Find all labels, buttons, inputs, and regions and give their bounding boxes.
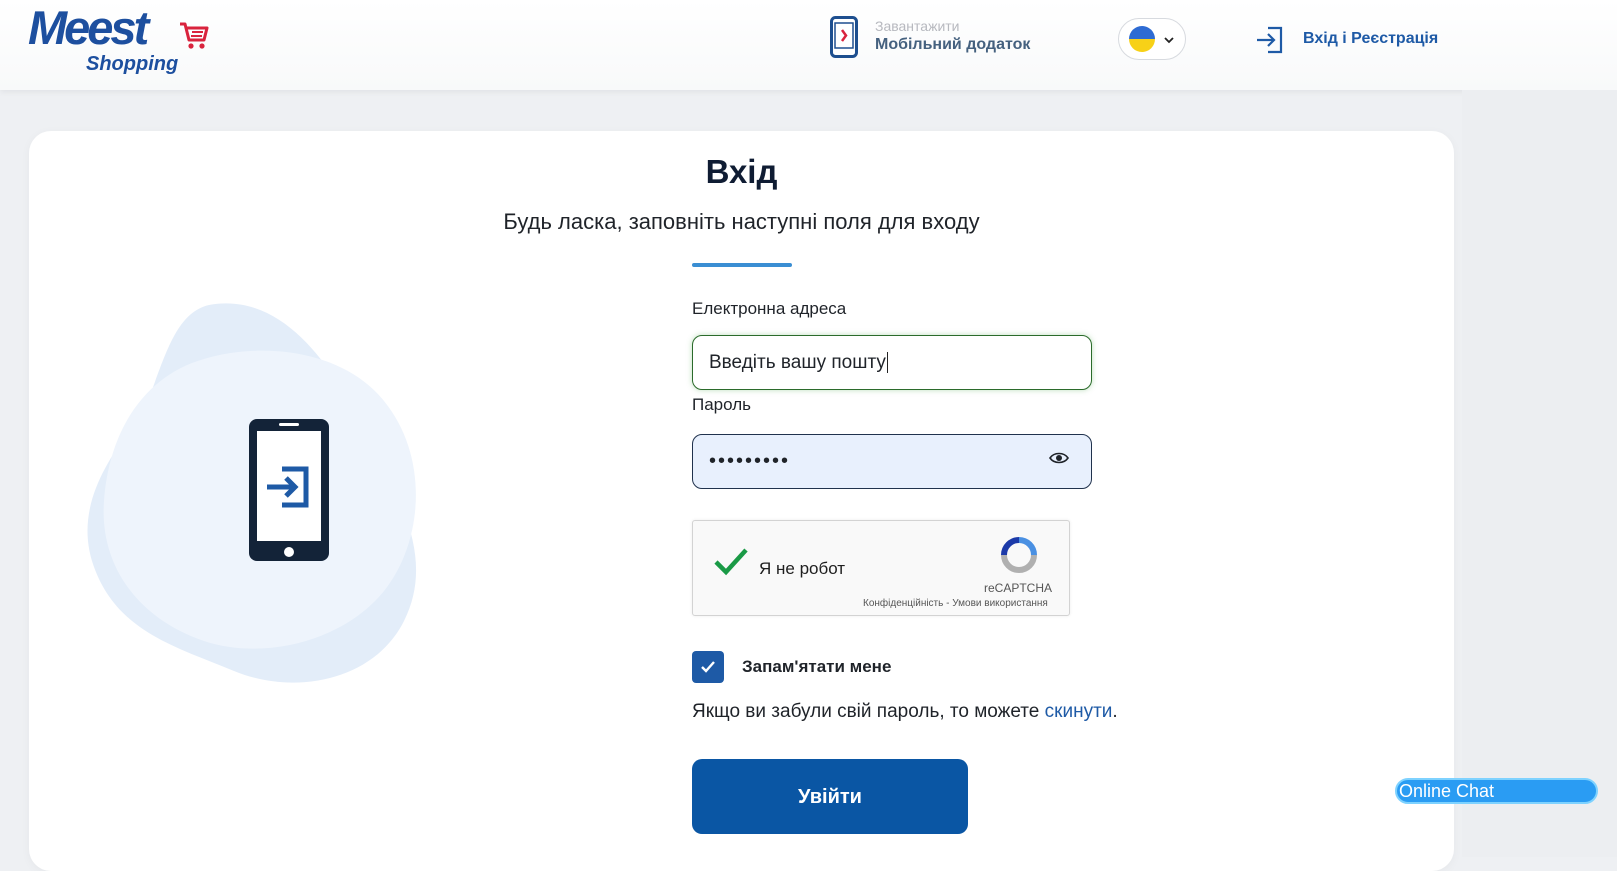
logo-main-text: Meest [28,1,149,54]
meest-shopping-logo[interactable]: Meest Shopping [28,4,228,84]
reset-password-link[interactable]: скинути [1045,701,1113,722]
checkbox-checked[interactable] [692,651,724,683]
email-input-value: Введіть вашу пошту [709,352,886,373]
recaptcha-brand: reCAPTCHA [983,581,1052,595]
recaptcha-logo-icon [1001,537,1037,573]
app-download-caption: Завантажити [875,18,960,34]
password-label: Пароль [692,395,751,414]
password-input[interactable]: ••••••••• [692,434,1092,489]
mobile-app-link[interactable]: Завантажити Мобільний додаток [830,14,1050,64]
remember-me-label: Запам'ятати мене [742,657,892,676]
forgot-password-prefix: Якщо ви забули свій пароль, то можете [692,701,1045,722]
page-background-right [1462,90,1617,857]
chevron-down-icon [1164,37,1174,44]
login-submit-button[interactable]: Увійти [692,759,968,834]
email-input[interactable]: Введіть вашу пошту [692,335,1092,390]
login-register-label: Вхід і Реєстрація [1303,30,1439,47]
checkmark-icon [714,548,748,576]
forgot-password-text: Якщо ви забули свій пароль, то можете ск… [692,701,1118,723]
eye-icon[interactable] [1049,451,1069,465]
app-download-title: Мобільний додаток [875,36,1031,53]
ukraine-flag-icon [1129,26,1155,52]
recaptcha-widget[interactable]: Я не робот reCAPTCHA Конфіденційність - … [692,520,1070,616]
logo-sub-text: Shopping [86,53,179,75]
cart-icon [180,22,209,49]
password-input-value: ••••••••• [709,450,791,472]
sign-in-icon [1257,26,1283,54]
email-label: Електронна адреса [692,299,847,318]
recaptcha-label: Я не робот [759,559,846,578]
recaptcha-terms[interactable]: Конфіденційність - Умови використання [863,598,1048,609]
language-selector[interactable] [1118,18,1186,60]
forgot-password-suffix: . [1112,701,1118,722]
site-header: Meest Shopping Завантажити Мобільний дод… [0,0,1617,90]
checkbox-check-icon [701,661,715,673]
phone-icon [830,16,858,58]
online-chat-button[interactable]: Online Chat [1395,778,1598,804]
